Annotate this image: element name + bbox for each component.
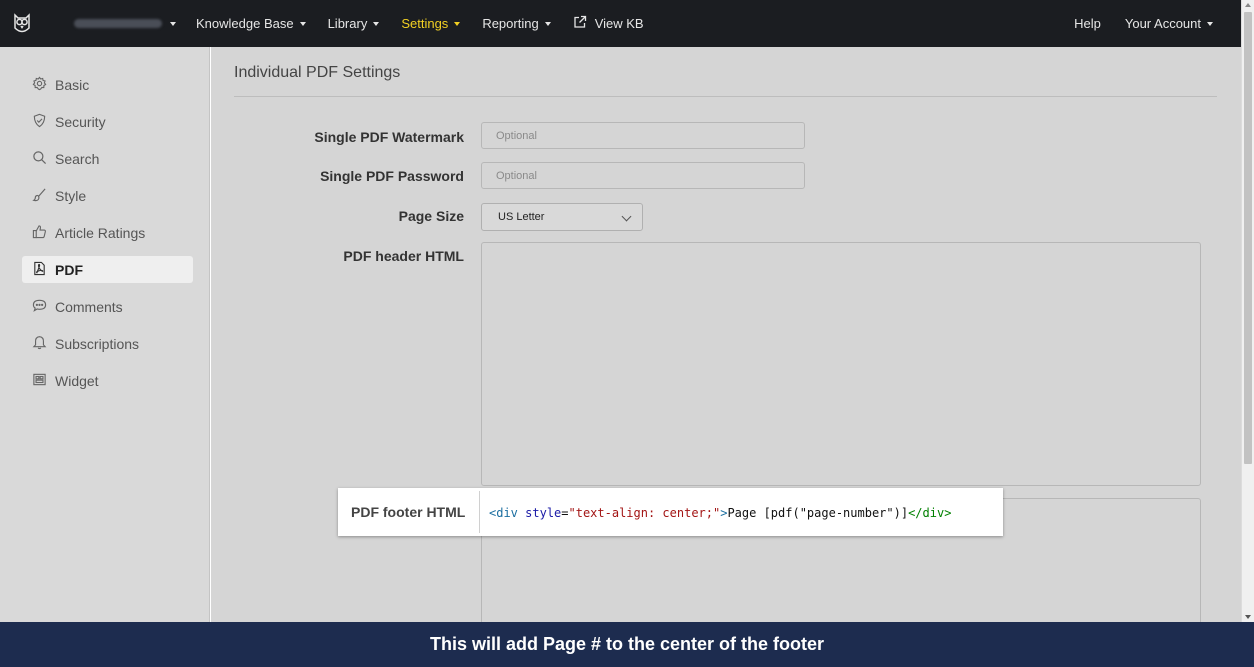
sidebar-item-subscriptions[interactable]: Subscriptions (22, 330, 193, 357)
sidebar-item-label: Style (55, 187, 87, 204)
code-equals: = (561, 506, 569, 520)
help-label: Help (1074, 16, 1101, 31)
scroll-up-arrow-icon[interactable] (1245, 3, 1251, 7)
scrollbar-thumb[interactable] (1244, 12, 1252, 464)
your-account-label: Your Account (1124, 16, 1201, 31)
caret-down-icon (373, 21, 380, 26)
shield-icon (32, 113, 55, 131)
chevron-down-icon (621, 211, 632, 222)
caret-down-icon (170, 21, 176, 26)
nav-view-kb[interactable]: View KB (573, 15, 644, 32)
footer-html-label: PDF footer HTML (351, 504, 466, 520)
header-html-textarea[interactable] (481, 242, 1201, 486)
footer-html-highlight: PDF footer HTML <div style="text-align: … (338, 488, 1003, 536)
your-account-menu[interactable]: Your Account (1125, 16, 1213, 31)
sidebar-item-pdf[interactable]: PDF (22, 256, 193, 283)
comment-icon (32, 298, 55, 316)
topbar-right: Help Your Account (1050, 16, 1213, 31)
nav-reporting[interactable]: Reporting (482, 16, 551, 31)
sidebar-item-style[interactable]: Style (22, 182, 193, 209)
title-divider (234, 96, 1217, 97)
kb-switcher-dropdown[interactable] (74, 19, 176, 28)
password-label: Single PDF Password (320, 168, 464, 184)
footer-html-code[interactable]: <div style="text-align: center;">Page [p… (489, 506, 951, 520)
owl-logo-icon[interactable] (0, 0, 44, 47)
sidebar-item-comments[interactable]: Comments (22, 293, 193, 320)
sidebar-item-article-ratings[interactable]: Article Ratings (22, 219, 193, 246)
page-size-label: Page Size (398, 208, 464, 224)
header-html-label: PDF header HTML (343, 248, 464, 264)
sidebar-item-label: Widget (55, 372, 99, 389)
sidebar-item-label: Comments (55, 298, 123, 315)
code-attribute: style (525, 506, 562, 520)
pdf-file-icon (32, 261, 55, 279)
thumbs-up-icon (32, 224, 55, 242)
scroll-down-arrow-icon[interactable] (1245, 615, 1251, 619)
widget-icon (32, 372, 55, 390)
main-nav: Knowledge Base Library Settings Reportin… (196, 15, 666, 32)
sidebar-item-widget[interactable]: Widget (22, 367, 193, 394)
search-icon (32, 150, 55, 168)
caret-down-icon (544, 21, 551, 26)
caret-down-icon (299, 21, 306, 26)
code-attribute-value: "text-align: center;" (568, 506, 721, 520)
top-navbar: Knowledge Base Library Settings Reportin… (0, 0, 1241, 47)
code-close-tag: </div> (908, 506, 952, 520)
bell-icon (32, 335, 55, 353)
nav-view-kb-label: View KB (594, 16, 644, 31)
nav-settings[interactable]: Settings (401, 16, 461, 31)
blurred-kb-name (74, 19, 162, 28)
nav-library[interactable]: Library (328, 16, 380, 31)
watermark-input[interactable] (481, 122, 805, 149)
sidebar-item-label: PDF (55, 261, 83, 278)
sidebar-item-label: Search (55, 150, 100, 167)
sidebar-item-label: Article Ratings (55, 224, 146, 241)
code-text: Page [pdf("page-number")] (727, 506, 909, 520)
nav-knowledge-base[interactable]: Knowledge Base (196, 16, 306, 31)
nav-knowledge-base-label: Knowledge Base (196, 16, 294, 31)
watermark-label: Single PDF Watermark (314, 129, 464, 145)
sidebar-item-basic[interactable]: Basic (22, 71, 193, 98)
sidebar-item-search[interactable]: Search (22, 145, 193, 172)
external-link-icon (573, 15, 595, 32)
sidebar-item-label: Security (55, 113, 106, 130)
caret-down-icon (1207, 21, 1213, 26)
sidebar-item-label: Subscriptions (55, 335, 140, 352)
help-link[interactable]: Help (1074, 16, 1101, 31)
gear-icon (32, 75, 55, 94)
paint-brush-icon (32, 187, 55, 205)
page-size-select[interactable]: US Letter (481, 203, 643, 231)
sidebar-item-label: Basic (55, 76, 90, 93)
nav-settings-label: Settings (401, 16, 449, 31)
sidebar-item-security[interactable]: Security (22, 108, 193, 135)
page-scrollbar[interactable] (1241, 0, 1254, 622)
callout-divider (479, 491, 480, 533)
caret-down-icon (454, 21, 461, 26)
nav-library-label: Library (327, 16, 368, 31)
code-open-tag: <div (489, 506, 518, 520)
page-title: Individual PDF Settings (234, 64, 401, 81)
page-size-value: US Letter (498, 211, 545, 223)
nav-reporting-label: Reporting (482, 16, 539, 31)
settings-sidebar: Basic Security Search Style Article Rati… (0, 47, 210, 622)
tutorial-caption: This will add Page # to the center of th… (0, 622, 1254, 667)
password-input[interactable] (481, 162, 805, 189)
